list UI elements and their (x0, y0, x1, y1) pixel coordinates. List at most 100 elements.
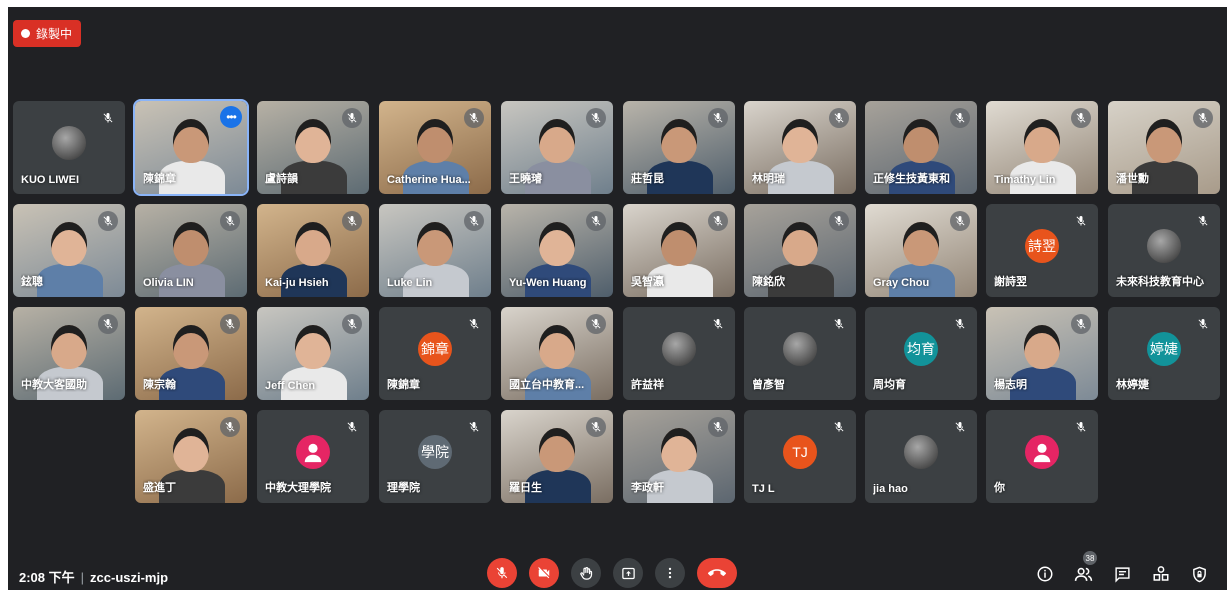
participant-tile[interactable]: 陳宗翰 (135, 307, 247, 400)
chat-icon (1114, 566, 1130, 583)
participant-tile[interactable]: 錦章 陳錦章 (379, 307, 491, 400)
participant-tile[interactable]: jia hao (865, 410, 977, 503)
participant-tile[interactable]: 王曉璿 (501, 101, 613, 194)
host-controls-button[interactable] (1188, 563, 1210, 585)
participant-video-head (51, 222, 87, 266)
participant-tile[interactable]: 陳銘欣 (744, 204, 856, 297)
participant-tile[interactable]: 中教大客國助 (13, 307, 125, 400)
participant-tile[interactable]: 陳錦章 ••• (133, 99, 249, 196)
mic-muted-icon (829, 108, 849, 128)
mic-muted-icon (950, 211, 970, 231)
participant-name: 未來科技教育中心 (1116, 276, 1204, 288)
participant-tile[interactable]: 盛進丁 (135, 410, 247, 503)
camera-off-icon (538, 567, 550, 579)
participant-tile[interactable]: Timathy Lin (986, 101, 1098, 194)
participant-tile[interactable]: KUO LIWEI (13, 101, 125, 194)
profile-photo-avatar (904, 434, 938, 469)
chat-button[interactable] (1111, 563, 1133, 585)
participant-name: KUO LIWEI (21, 174, 80, 186)
participant-video-head (1024, 119, 1060, 163)
meeting-info-separator: | (80, 570, 85, 585)
participant-name: 正修生技黃東和 (873, 173, 950, 185)
participant-video-head (782, 222, 818, 266)
mic-muted-icon (220, 314, 240, 334)
mic-muted-icon (342, 417, 362, 437)
participant-name: 莊哲昆 (631, 173, 664, 185)
participant-video-head (173, 222, 209, 266)
hang-up-icon (708, 569, 726, 576)
participant-name: Gray Chou (873, 277, 930, 289)
participant-name: 國立台中教育... (509, 379, 585, 391)
mic-muted-icon (342, 211, 362, 231)
participant-tile[interactable]: 李政軒 (623, 410, 735, 503)
participant-tile[interactable]: 婷婕 林婷婕 (1108, 307, 1220, 400)
mic-muted-icon (1071, 108, 1091, 128)
participant-name: 陳錦章 (143, 173, 176, 185)
participant-tile[interactable]: TJ TJ L (744, 410, 856, 503)
participant-tile[interactable]: 正修生技黃東和 (865, 101, 977, 194)
participant-video-head (417, 222, 453, 266)
mic-muted-icon (220, 211, 240, 231)
activities-icon (1153, 566, 1169, 581)
mic-toggle-button[interactable] (487, 558, 517, 588)
participant-tile[interactable]: 許益祥 (623, 307, 735, 400)
mic-muted-icon (342, 314, 362, 334)
people-button[interactable] (1072, 563, 1094, 585)
shield-lock-icon (1192, 566, 1206, 582)
participant-tile[interactable]: 盧詩韻 (257, 101, 369, 194)
participant-tile[interactable]: 楊志明 (986, 307, 1098, 400)
participant-tile[interactable]: 曾彥智 (744, 307, 856, 400)
more-options-icon[interactable]: ••• (220, 106, 242, 128)
participant-video-head (417, 119, 453, 163)
participant-tile[interactable]: 學院 理學院 (379, 410, 491, 503)
end-call-button[interactable] (697, 558, 737, 588)
participant-name: Kai-ju Hsieh (265, 277, 329, 289)
mic-muted-icon (464, 211, 484, 231)
participant-name: 鉉聰 (21, 276, 43, 288)
participant-tile[interactable]: Kai-ju Hsieh (257, 204, 369, 297)
participant-tile[interactable]: 詩翌 謝詩翌 (986, 204, 1098, 297)
participant-tile[interactable]: Gray Chou (865, 204, 977, 297)
meeting-details-button[interactable] (1034, 563, 1056, 585)
participant-name: 吳智瀛 (631, 276, 664, 288)
participant-tile[interactable]: Yu-Wen Huang (501, 204, 613, 297)
participant-video-head (51, 325, 87, 369)
participant-tile[interactable]: 羅日生 (501, 410, 613, 503)
participant-tile[interactable]: 莊哲昆 (623, 101, 735, 194)
participant-name: 陳錦章 (387, 379, 420, 391)
mic-muted-icon (1193, 314, 1213, 334)
participant-tile[interactable]: 均育 周均育 (865, 307, 977, 400)
participant-tile[interactable]: Catherine Hua... (379, 101, 491, 194)
camera-toggle-button[interactable] (529, 558, 559, 588)
participant-tile[interactable]: 未來科技教育中心 (1108, 204, 1220, 297)
participant-tile[interactable]: 鉉聰 (13, 204, 125, 297)
recording-label: 錄製中 (36, 27, 73, 41)
mic-muted-icon (586, 417, 606, 437)
more-options-button[interactable] (655, 558, 685, 588)
participant-tile[interactable]: 國立台中教育... (501, 307, 613, 400)
participant-name: Timathy Lin (994, 174, 1056, 186)
mic-muted-icon (708, 108, 728, 128)
meeting-info: 2:08 下午 | zcc-uszi-mjp (19, 567, 168, 586)
participant-count-badge: 38 (1083, 551, 1097, 565)
participant-tile[interactable]: 你 (986, 410, 1098, 503)
participant-video-head (539, 222, 575, 266)
participant-tile[interactable]: 吳智瀛 (623, 204, 735, 297)
participant-tile[interactable]: 潘世勳 (1108, 101, 1220, 194)
participant-tile[interactable]: Jeff Chen (257, 307, 369, 400)
mic-muted-icon (464, 417, 484, 437)
participant-video-head (782, 119, 818, 163)
participant-video-head (661, 119, 697, 163)
participant-name: 林婷婕 (1116, 379, 1149, 391)
participant-video-head (539, 119, 575, 163)
activities-button[interactable] (1150, 563, 1172, 585)
present-button[interactable] (613, 558, 643, 588)
raise-hand-button[interactable] (571, 558, 601, 588)
mic-muted-icon (586, 211, 606, 231)
participant-tile[interactable]: Luke Lin (379, 204, 491, 297)
participant-name: 陳宗翰 (143, 379, 176, 391)
participant-tile[interactable]: Olivia LIN (135, 204, 247, 297)
participant-tile[interactable]: 林明瑞 (744, 101, 856, 194)
profile-photo-avatar (1147, 228, 1181, 263)
participant-tile[interactable]: 中教大理學院 (257, 410, 369, 503)
